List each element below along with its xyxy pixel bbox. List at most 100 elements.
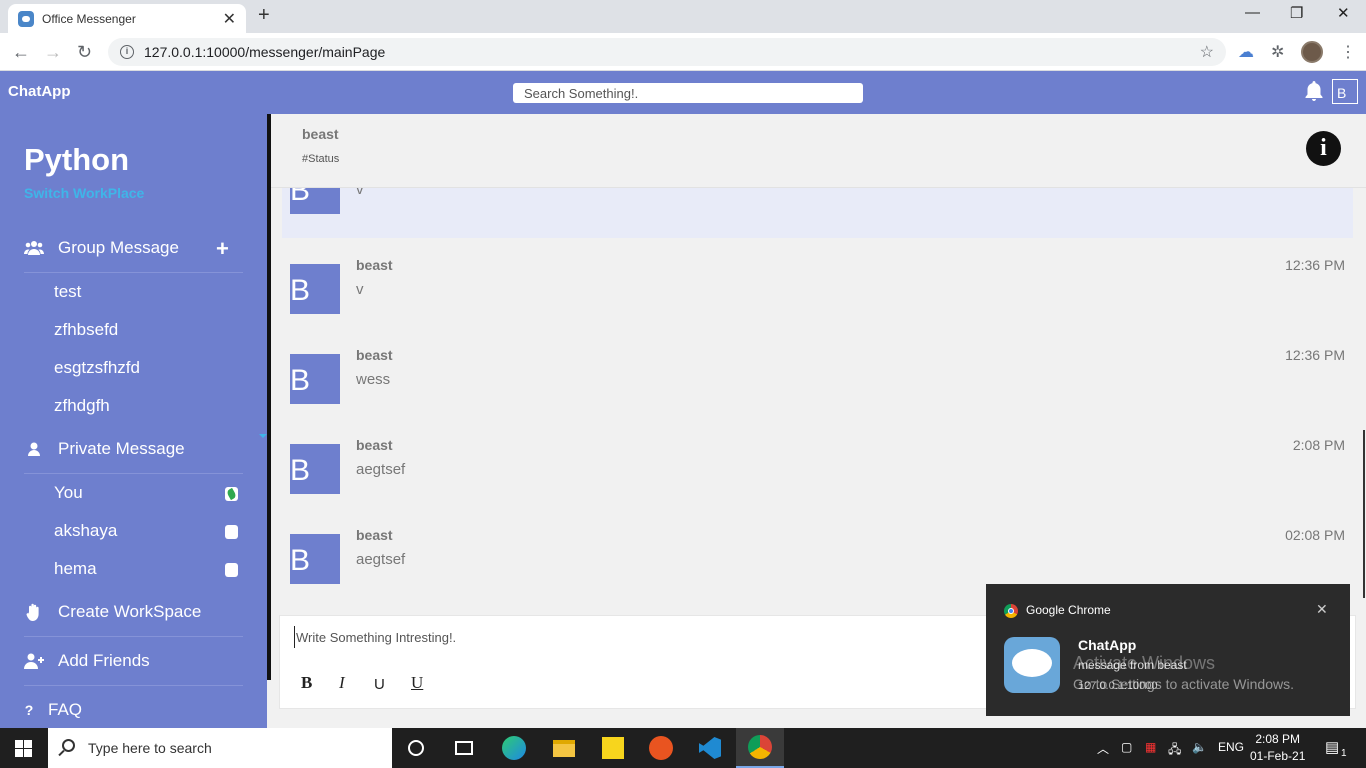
restore-icon[interactable]: ❐ — [1290, 4, 1303, 22]
user-icon — [24, 440, 44, 458]
faq-label: FAQ — [48, 700, 83, 719]
contact-item[interactable]: hema — [54, 559, 97, 579]
activate-windows-title: Activate Windows — [1073, 653, 1216, 673]
underline-button[interactable]: U — [374, 676, 385, 693]
back-icon[interactable]: ← — [12, 42, 30, 63]
message-item: B v — [282, 188, 1353, 238]
private-message-section[interactable]: Private Message — [24, 439, 243, 459]
taskbar-search[interactable]: Type here to search — [48, 728, 392, 768]
task-view-icon[interactable] — [440, 728, 488, 768]
bookmark-star-icon[interactable]: ☆ — [1200, 42, 1214, 62]
forward-icon[interactable]: → — [44, 42, 62, 63]
site-info-icon[interactable]: i — [120, 45, 134, 59]
message-item: B beast aegtsef 2:08 PM — [282, 428, 1353, 518]
clock-date: 01-Feb-21 — [1250, 749, 1306, 763]
message-text: wess — [356, 371, 391, 388]
create-workspace-button[interactable]: Create WorkSpace — [24, 602, 243, 622]
message-sender: beast — [356, 437, 393, 453]
bell-icon[interactable] — [1302, 79, 1326, 103]
browser-tab[interactable]: Office Messenger ✕ — [8, 4, 246, 33]
cloud-extension-icon[interactable]: ☁ — [1238, 42, 1254, 62]
windows-taskbar: Type here to search ︿ ▢ ▦ 🖧 🔈 ENG 2:08 P… — [0, 728, 1366, 768]
faq-button[interactable]: ? FAQ — [24, 700, 243, 720]
window-close-icon[interactable]: ✕ — [1337, 4, 1350, 22]
language-indicator[interactable]: ENG — [1218, 740, 1244, 754]
contact-item[interactable]: You — [54, 483, 83, 503]
browser-menu-icon[interactable]: ⋮ — [1340, 42, 1356, 62]
new-tab-icon[interactable]: + — [258, 4, 270, 27]
bold-button[interactable]: B — [301, 673, 312, 693]
browser-tabbar: Office Messenger ✕ + — ❐ ✕ — [0, 0, 1366, 33]
messenger-favicon-icon — [18, 10, 34, 27]
italic-button[interactable]: I — [339, 673, 345, 693]
address-bar[interactable]: i 127.0.0.1:10000/messenger/mainPage ☆ — [108, 38, 1226, 66]
vscode-icon[interactable] — [686, 728, 734, 768]
divider — [24, 685, 243, 686]
ubuntu-icon[interactable] — [637, 728, 685, 768]
reload-icon[interactable]: ↻ — [77, 42, 92, 63]
taskbar-clock[interactable]: 2:08 PM 01-Feb-21 — [1250, 732, 1305, 763]
info-icon[interactable]: i — [1306, 131, 1341, 166]
add-user-icon — [24, 652, 44, 670]
group-message-section[interactable]: Group Message — [24, 238, 243, 258]
tray-chevron-icon[interactable]: ︿ — [1097, 740, 1109, 757]
strike-button[interactable]: U — [411, 673, 423, 693]
group-item[interactable]: esgtzsfhzfd — [54, 358, 140, 378]
message-sender: beast — [356, 347, 393, 363]
extensions-puzzle-icon[interactable]: ✲ — [1271, 42, 1284, 62]
tab-close-icon[interactable]: ✕ — [223, 9, 236, 29]
sidebar: Python Switch WorkPlace Group Message + … — [0, 114, 267, 728]
message-sender: beast — [356, 527, 393, 543]
private-message-label: Private Message — [58, 439, 185, 458]
windows-start-icon[interactable] — [15, 740, 32, 757]
cortana-icon[interactable] — [392, 728, 440, 768]
action-center-icon[interactable]: ▤ — [1325, 738, 1339, 756]
avatar: B — [290, 534, 340, 584]
message-text: v — [356, 188, 364, 198]
tray-app-icon[interactable]: ▢ — [1121, 740, 1132, 754]
network-icon[interactable]: 🖧 — [1168, 740, 1181, 761]
edge-icon[interactable] — [490, 728, 538, 768]
add-friends-button[interactable]: Add Friends — [24, 651, 243, 671]
chrome-notification[interactable]: Google Chrome ✕ ChatApp message from bea… — [986, 584, 1350, 716]
volume-icon[interactable]: 🔈 — [1192, 740, 1207, 754]
taskbar-search-placeholder: Type here to search — [88, 740, 212, 756]
notification-close-icon[interactable]: ✕ — [1316, 601, 1328, 618]
group-item[interactable]: zfhbsefd — [54, 320, 118, 340]
workspace-title: Python — [24, 142, 130, 177]
group-message-label: Group Message — [58, 238, 179, 257]
avatar: B — [290, 444, 340, 494]
search-icon — [62, 739, 75, 752]
chat-header: beast #Status i — [271, 114, 1366, 188]
offline-status-icon — [225, 563, 238, 577]
add-group-button[interactable]: + — [216, 236, 229, 262]
question-icon: ? — [24, 702, 34, 718]
chrome-taskbar-icon[interactable] — [736, 728, 784, 768]
message-time: 12:36 PM — [1285, 347, 1345, 363]
collapse-arrow-icon[interactable] — [259, 434, 267, 438]
brand-logo[interactable]: ChatApp — [8, 83, 71, 100]
group-item[interactable]: zfhdgfh — [54, 396, 110, 416]
profile-avatar[interactable] — [1301, 41, 1323, 63]
message-input[interactable] — [294, 626, 994, 648]
avatar: B — [290, 188, 340, 214]
browser-toolbar: ← → ↻ i 127.0.0.1:10000/messenger/mainPa… — [0, 33, 1366, 71]
search-input[interactable] — [513, 83, 863, 103]
switch-workplace-link[interactable]: Switch WorkPlace — [24, 185, 144, 201]
tray-flag-icon[interactable]: ▦ — [1145, 740, 1156, 754]
user-menu-button[interactable]: B — [1332, 79, 1358, 104]
avatar: B — [290, 264, 340, 314]
sticky-notes-icon[interactable] — [589, 728, 637, 768]
group-users-icon — [24, 239, 44, 257]
notification-title: ChatApp — [1078, 637, 1137, 653]
add-friends-label: Add Friends — [58, 651, 150, 670]
file-explorer-icon[interactable] — [540, 728, 588, 768]
scrollbar[interactable] — [1363, 430, 1365, 598]
group-item[interactable]: test — [54, 282, 81, 302]
message-text: aegtsef — [356, 551, 406, 568]
online-status-icon — [225, 487, 238, 501]
contact-item[interactable]: akshaya — [54, 521, 117, 541]
minimize-icon[interactable]: — — [1245, 4, 1260, 21]
chat-status: #Status — [302, 153, 340, 165]
chat-contact-name: beast — [302, 126, 339, 142]
